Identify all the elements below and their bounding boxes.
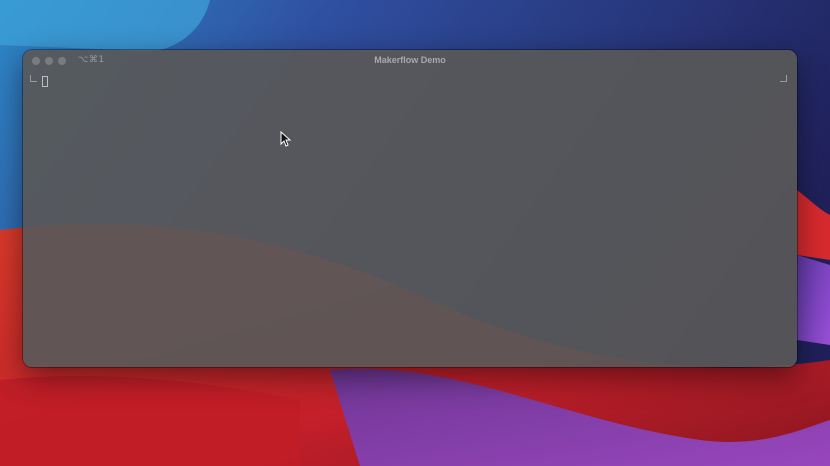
terminal-window[interactable]: ⌥⌘1 Makerflow Demo (23, 50, 797, 367)
terminal-content-area[interactable] (23, 72, 797, 367)
desktop: ⌥⌘1 Makerflow Demo (0, 0, 830, 466)
window-titlebar[interactable]: ⌥⌘1 Makerflow Demo (23, 50, 797, 72)
window-title: Makerflow Demo (374, 55, 446, 65)
text-cursor (42, 76, 48, 87)
mouse-pointer-icon (280, 131, 292, 147)
